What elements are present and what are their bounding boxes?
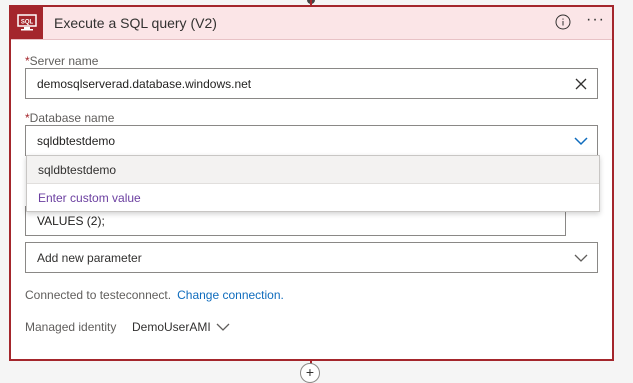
- add-new-parameter-dropdown[interactable]: Add new parameter: [25, 242, 598, 273]
- connection-status-text: Connected to testeconnect.: [25, 288, 172, 302]
- sql-database-icon: SQL: [11, 7, 43, 39]
- database-dropdown-list: sqldbtestdemo Enter custom value: [26, 155, 600, 212]
- more-options-icon[interactable]: ···: [586, 11, 605, 29]
- add-step-icon[interactable]: +: [300, 363, 320, 383]
- database-name-value: sqldbtestdemo: [37, 134, 116, 148]
- managed-identity-label: Managed identity: [25, 320, 117, 334]
- change-connection-link[interactable]: Change connection.: [177, 288, 284, 302]
- server-name-label-text: Server name: [29, 54, 99, 68]
- sql-icon-text: SQL: [21, 20, 34, 26]
- connection-status: Connected to testeconnect. Change connect…: [25, 288, 284, 302]
- chevron-down-icon[interactable]: [574, 253, 588, 263]
- chevron-down-icon[interactable]: [216, 321, 230, 333]
- info-icon[interactable]: [555, 14, 571, 30]
- enter-custom-value-option[interactable]: Enter custom value: [38, 191, 141, 205]
- card-title: Execute a SQL query (V2): [54, 15, 217, 31]
- action-card: SQL Execute a SQL query (V2) ··· *Server…: [9, 5, 614, 361]
- server-name-label: *Server name: [25, 54, 98, 68]
- database-name-dropdown[interactable]: sqldbtestdemo: [25, 125, 598, 156]
- clear-icon[interactable]: [575, 78, 587, 90]
- database-name-label-text: Database name: [29, 111, 115, 125]
- managed-identity-value[interactable]: DemoUserAMI: [132, 320, 211, 334]
- database-name-label: *Database name: [25, 111, 114, 125]
- add-new-parameter-label: Add new parameter: [37, 251, 142, 265]
- server-name-value: demosqlserverad.database.windows.net: [37, 77, 252, 91]
- dropdown-option-sqldbtestdemo[interactable]: sqldbtestdemo: [27, 156, 599, 184]
- query-value: VALUES (2);: [37, 214, 105, 228]
- dropdown-option-label: sqldbtestdemo: [38, 163, 117, 177]
- card-header[interactable]: SQL Execute a SQL query (V2) ···: [11, 7, 612, 40]
- chevron-down-icon[interactable]: [574, 136, 588, 146]
- server-name-field[interactable]: demosqlserverad.database.windows.net: [25, 68, 598, 99]
